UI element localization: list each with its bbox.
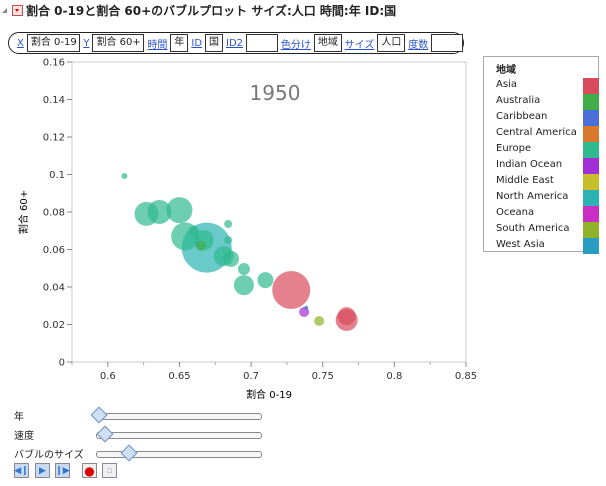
role-link-3[interactable]: ID — [191, 38, 202, 49]
role-value-box[interactable]: 割合 60+ — [92, 34, 145, 52]
bubble[interactable] — [224, 236, 233, 245]
role-bar: X 割合 0-19 Y 割合 60+ 時間年 ID 国 ID2 色分け 地域 サイズ 人口 度数 — [8, 32, 464, 54]
role-link-7[interactable]: 度数 — [408, 36, 428, 51]
plot-frame — [71, 61, 467, 363]
bubble[interactable] — [121, 173, 128, 179]
x-tick-label: 0.75 — [312, 371, 334, 382]
role-link-5[interactable]: 色分け — [281, 36, 311, 51]
bubble[interactable] — [188, 225, 199, 236]
record-button[interactable]: ● — [82, 463, 97, 478]
bubble[interactable] — [272, 271, 311, 309]
legend-item[interactable]: Indian Ocean — [496, 159, 562, 170]
x-tick-label: 0.8 — [386, 371, 402, 382]
time-label: 1950 — [250, 81, 301, 105]
legend-item[interactable]: Australia — [496, 95, 540, 106]
legend-swatch — [583, 94, 599, 110]
disclosure-triangle-icon[interactable] — [2, 8, 7, 13]
x-tick-label: 0.6 — [100, 371, 116, 382]
legend-swatch — [583, 206, 599, 222]
slider-track[interactable] — [96, 425, 262, 443]
bubble-plot: 0.6 0.65 0.7 0.75 0.8 0.85 0 0.02 0.04 0.06 0.08 0.… — [17, 58, 477, 402]
slider-thumb[interactable] — [120, 444, 138, 462]
bubble[interactable] — [224, 220, 233, 228]
y-tick-label: 0.06 — [43, 245, 65, 256]
legend-swatch — [583, 158, 599, 174]
legend-item[interactable]: Oceana — [496, 207, 534, 218]
x-tick-label: 0.7 — [243, 371, 259, 382]
legend-item[interactable]: West Asia — [496, 239, 545, 250]
legend-item[interactable]: Caribbean — [496, 111, 547, 122]
role-link-0[interactable]: X — [17, 38, 24, 49]
legend-item[interactable]: South America — [496, 223, 570, 234]
role-value-box[interactable] — [246, 34, 278, 52]
red-triangle-menu-icon[interactable] — [12, 5, 23, 16]
legend: 地域 Asia Australia Caribbean Central America… — [483, 56, 599, 254]
legend-item[interactable]: North America — [496, 191, 568, 202]
bubble[interactable] — [304, 305, 309, 310]
bubble[interactable] — [233, 275, 254, 296]
x-axis-label: 割合 0-19 — [246, 388, 292, 401]
save-button[interactable]: ▫ — [102, 463, 117, 478]
report-title: 割合 0-19と割合 60+のバブルプロット サイズ:人口 時間:年 ID:国 — [26, 4, 397, 18]
y-tick-label: 0.14 — [43, 95, 65, 106]
x-tick-label: 0.85 — [455, 371, 477, 382]
y-tick-label: 0.02 — [43, 320, 65, 331]
report-header: 割合 0-19と割合 60+のバブルプロット サイズ:人口 時間:年 ID:国 — [2, 2, 396, 19]
role-value-box[interactable]: 割合 0-19 — [26, 34, 81, 52]
role-link-6[interactable]: サイズ — [345, 36, 375, 51]
slider-track[interactable] — [96, 444, 262, 462]
role-value-box[interactable] — [431, 34, 463, 52]
y-tick-label: 0.04 — [43, 283, 65, 294]
slider-label: 年 — [14, 412, 24, 423]
bubble[interactable] — [337, 307, 356, 326]
legend-swatch — [583, 222, 599, 238]
bubble[interactable] — [314, 315, 325, 326]
step-forward-button[interactable]: ❙▶ — [55, 463, 70, 478]
legend-swatch — [583, 238, 599, 254]
legend-item[interactable]: Central America — [496, 127, 577, 138]
y-tick-label: 0 — [59, 358, 65, 369]
legend-swatch — [583, 190, 599, 206]
step-back-button[interactable]: ◀❙ — [14, 463, 29, 478]
legend-swatch — [583, 142, 599, 158]
legend-swatch — [583, 126, 599, 142]
y-tick-label: 0.16 — [43, 58, 65, 69]
bubble[interactable] — [195, 240, 206, 251]
slider-thumb[interactable] — [90, 406, 108, 424]
legend-swatch — [583, 174, 599, 190]
slider-thumb[interactable] — [96, 425, 114, 443]
legend-item[interactable]: Middle East — [496, 175, 554, 186]
legend-item[interactable]: Asia — [496, 79, 517, 90]
bubble[interactable] — [223, 250, 240, 267]
x-tick-label: 0.65 — [168, 371, 190, 382]
role-link-2[interactable]: 時間 — [147, 36, 167, 51]
role-value-box[interactable]: 年 — [170, 34, 189, 52]
legend-swatch — [583, 110, 599, 126]
bubble[interactable] — [166, 197, 193, 224]
role-link-1[interactable]: Y — [83, 38, 89, 49]
slider-label: 速度 — [14, 431, 34, 442]
y-tick-label: 0.12 — [43, 133, 65, 144]
role-value-box[interactable]: 国 — [205, 34, 224, 52]
role-value-box[interactable]: 人口 — [377, 34, 406, 52]
y-tick-label: 0.08 — [43, 208, 65, 219]
role-value-box[interactable]: 地域 — [313, 34, 342, 52]
legend-swatch — [583, 78, 599, 94]
slider-label: バブルのサイズ — [14, 450, 84, 461]
role-link-4[interactable]: ID2 — [226, 38, 243, 49]
y-axis-label: 割合 60+ — [17, 190, 30, 234]
bubble[interactable] — [237, 263, 250, 275]
play-button[interactable]: ▶ — [35, 463, 50, 478]
bubble[interactable] — [257, 272, 274, 289]
legend-item[interactable]: Europe — [496, 143, 531, 154]
slider-track[interactable] — [90, 406, 262, 424]
y-tick-label: 0.1 — [49, 170, 65, 181]
legend-title: 地域 — [496, 65, 516, 76]
